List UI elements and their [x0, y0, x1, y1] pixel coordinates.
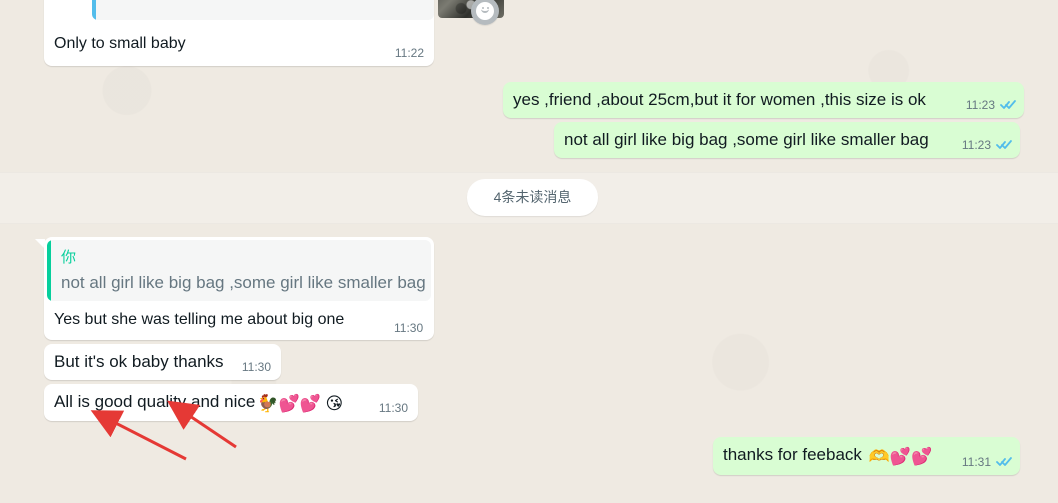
message-time: 11:31: [961, 455, 991, 469]
quote-accent-bar: [92, 0, 96, 20]
incoming-message[interactable]: All is good quality and nice 🐓💕💕 😘 11:30: [44, 384, 418, 421]
incoming-message-photo-reply[interactable]: 照片 Only to small baby 11:22: [44, 0, 504, 66]
quote-author: 你: [61, 249, 77, 266]
message-time: 11:30: [241, 360, 271, 374]
photo-label-row: 照片: [106, 0, 160, 3]
quote-accent-bar: [47, 240, 51, 301]
message-text: thanks for feeback 🫶💕💕: [723, 445, 932, 467]
outgoing-message[interactable]: thanks for feeback 🫶💕💕 11:31: [713, 437, 1020, 475]
message-text-main: All is good quality and nice: [54, 392, 256, 411]
emoji-eye-icon: [482, 7, 484, 9]
outgoing-message[interactable]: not all girl like big bag ,some girl lik…: [554, 122, 1020, 158]
message-text: not all girl like big bag ,some girl lik…: [564, 130, 929, 149]
message-time: 11:23: [965, 98, 995, 112]
quoted-photo-preview[interactable]: 照片: [92, 0, 434, 20]
message-time: 11:22: [394, 46, 424, 60]
photo-label: 照片: [130, 0, 160, 2]
outgoing-message[interactable]: yes ,friend ,about 25cm,but it for women…: [503, 82, 1024, 118]
message-text-main: thanks for feeback: [723, 445, 862, 464]
double-check-icon: [996, 457, 1012, 466]
double-check-icon: [996, 140, 1012, 149]
unread-messages-label[interactable]: 4条未读消息: [467, 179, 598, 216]
message-text: All is good quality and nice 🐓💕💕 😘: [54, 392, 343, 414]
emoji-eye-icon: [487, 7, 489, 9]
message-time: 11:23: [961, 138, 991, 152]
incoming-message[interactable]: But it's ok baby thanks 11:30: [44, 344, 281, 380]
double-check-icon: [1000, 100, 1016, 109]
message-emoji: 🐓💕💕 😘: [257, 394, 344, 413]
message-text: Only to small baby: [54, 35, 186, 52]
message-text: But it's ok baby thanks: [54, 352, 224, 371]
quoted-message[interactable]: 你 not all girl like big bag ,some girl l…: [47, 240, 431, 301]
message-text: yes ,friend ,about 25cm,but it for women…: [513, 90, 926, 109]
message-emoji: 🫶💕💕: [868, 447, 933, 466]
message-time: 11:30: [378, 401, 408, 415]
message-time: 11:30: [394, 321, 424, 335]
quote-text: not all girl like big bag ,some girl lik…: [61, 273, 426, 292]
message-text: Yes but she was telling me about big one: [54, 311, 345, 328]
